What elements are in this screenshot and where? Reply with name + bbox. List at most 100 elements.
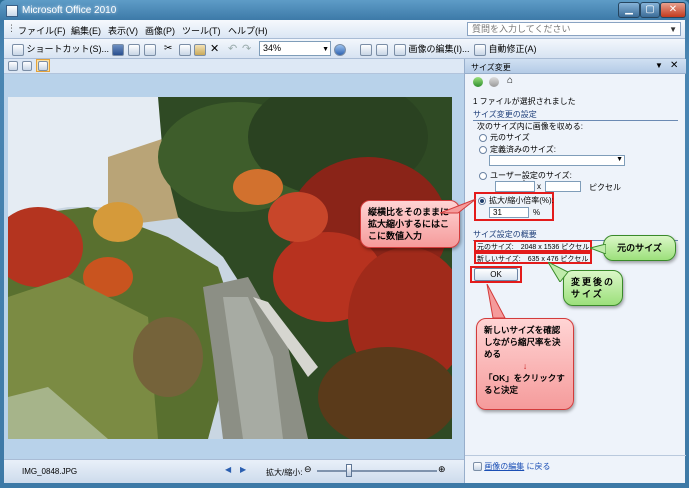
ok-button[interactable]: OK [474, 268, 518, 281]
menu-bar: ⋮ ファイル(F) 編集(E) 表示(V) 画像(P) ツール(T) ヘルプ(H… [4, 20, 685, 39]
radio-original-label: 元のサイズ [490, 133, 530, 142]
radio-original-size[interactable]: 元のサイズ [479, 132, 530, 143]
radio-percent[interactable]: 拡大/縮小倍率(%): [478, 195, 554, 206]
rotate-right-button[interactable] [376, 42, 388, 56]
pane-divider [465, 455, 686, 456]
edit-picture-icon [394, 43, 406, 56]
shortcut-icon [12, 43, 24, 56]
auto-correct-button[interactable]: 自動修正(A) [474, 42, 537, 56]
zoom-out-icon: ⊖ [304, 464, 312, 474]
maximize-button[interactable]: ▢ [640, 2, 660, 18]
callout-original-pointer [590, 244, 606, 254]
zoom-label: 拡大/縮小: [266, 468, 303, 477]
back-to-edit-link[interactable]: 画像の編集 に戻る [473, 461, 550, 472]
auto-correct-label: 自動修正(A) [488, 44, 537, 54]
percent-unit: % [533, 208, 541, 217]
rotate-left-button[interactable] [360, 42, 372, 56]
thumbnail-view-button[interactable] [8, 60, 18, 71]
chevron-down-icon[interactable]: ▼ [322, 43, 329, 56]
filmstrip-icon [22, 60, 32, 71]
print-icon [128, 43, 140, 56]
scissors-icon: ✂ [164, 43, 173, 54]
menu-view[interactable]: 表示(V) [108, 24, 138, 37]
status-filename: IMG_0848.JPG [22, 467, 78, 476]
minimize-button[interactable]: ▁ [618, 2, 640, 18]
custom-unit-label: ピクセル [589, 183, 621, 192]
thumbnail-icon [8, 60, 18, 71]
down-arrow-icon: ↓ [522, 361, 528, 371]
delete-button[interactable]: ✕ [210, 42, 219, 56]
zoom-in-button[interactable]: ⊕ [438, 464, 446, 475]
menu-edit[interactable]: 編集(E) [71, 24, 101, 37]
grip-icon: ⋮ [7, 23, 16, 33]
resize-instruction: 次のサイズ内に画像を収める: [477, 122, 583, 131]
close-button[interactable]: ✕ [660, 2, 686, 18]
zoom-select[interactable]: 34% ▼ [259, 41, 331, 56]
percent-value: 31 [493, 208, 502, 217]
files-selected-text: 1 ファイルが選択されました [473, 97, 576, 106]
delete-icon: ✕ [210, 43, 220, 55]
chevron-down-icon[interactable]: ▼ [669, 24, 677, 36]
save-button[interactable] [112, 42, 124, 56]
radio-predefined-size[interactable]: 定義済みのサイズ: [479, 144, 556, 155]
paste-icon [194, 43, 206, 56]
callout-new-size: 変更後のサイズ [563, 270, 623, 306]
edit-picture-button[interactable]: 画像の編集(I)... [394, 42, 470, 56]
undo-button[interactable]: ↶ [228, 42, 237, 56]
photo-landscape [8, 97, 452, 439]
help-search-placeholder: 質問を入力してください [472, 24, 571, 34]
back-to-edit-link-text[interactable]: 画像の編集 [484, 462, 524, 471]
status-bar: IMG_0848.JPG ◀ ▶ 拡大/縮小: ⊖ ⊕ [4, 459, 464, 483]
zoom-slider-thumb[interactable] [346, 464, 352, 477]
print-button[interactable] [128, 42, 140, 56]
window-title: Microsoft Office 2010 [22, 5, 117, 16]
single-view-button[interactable] [36, 59, 50, 72]
zoom-in-icon: ⊕ [438, 464, 446, 474]
shortcut-button[interactable]: ショートカット(S)... [12, 42, 109, 56]
zoom-out-button[interactable]: ⊖ [304, 464, 312, 475]
photo-image [8, 97, 452, 439]
task-pane-title: サイズ変更 [471, 63, 511, 72]
next-image-button[interactable]: ▶ [240, 465, 246, 474]
predefined-size-select[interactable]: ▼ [489, 155, 625, 166]
paste-button[interactable] [194, 42, 206, 56]
auto-correct-icon [474, 43, 486, 56]
cut-button[interactable]: ✂ [164, 42, 172, 56]
redo-button[interactable]: ↷ [242, 42, 251, 56]
title-bar: Microsoft Office 2010 ▁ ▢ ✕ [0, 0, 689, 22]
copy-button[interactable] [179, 42, 191, 56]
app-icon [6, 5, 18, 17]
custom-width-input[interactable] [495, 181, 535, 192]
original-size-text: 元のサイズ: 2048 x 1536 ピクセル [477, 244, 590, 251]
menu-tools[interactable]: ツール(T) [182, 24, 221, 37]
pane-close-button[interactable]: ✕ [670, 60, 678, 71]
filmstrip-view-button[interactable] [22, 60, 32, 71]
help-button[interactable] [334, 42, 346, 56]
menu-file[interactable]: ファイル(F) [18, 24, 66, 37]
edit-picture-icon [473, 462, 482, 472]
custom-x-label: x [537, 182, 541, 191]
back-button[interactable] [473, 77, 483, 87]
view-toolbar [4, 59, 464, 74]
instruction-line-1: 新しいサイズを確認しながら縮尺率を決める [484, 325, 561, 359]
instruction-line-2: 「OK」をクリックすると決定 [484, 373, 565, 395]
home-button[interactable]: ⌂ [507, 75, 513, 86]
forward-button[interactable] [489, 77, 499, 87]
triangle-right-icon: ▶ [240, 465, 247, 474]
single-view-icon [38, 60, 48, 71]
zoom-slider[interactable] [317, 470, 437, 472]
help-search-input[interactable]: 質問を入力してください ▼ [467, 22, 681, 36]
rotate-right-icon [376, 43, 388, 56]
prev-image-button[interactable]: ◀ [225, 465, 231, 474]
menu-help[interactable]: ヘルプ(H) [228, 24, 268, 37]
radio-icon [479, 133, 487, 142]
rotate-left-icon [360, 43, 372, 56]
menu-picture[interactable]: 画像(P) [145, 24, 175, 37]
pane-options-button[interactable]: ▼ [655, 61, 663, 70]
mail-button[interactable] [144, 42, 156, 56]
custom-height-input[interactable] [545, 181, 581, 192]
radio-icon [479, 171, 487, 180]
edit-picture-label: 画像の編集(I)... [408, 44, 470, 54]
percent-input[interactable]: 31 [489, 207, 529, 218]
callout-instructions: 新しいサイズを確認しながら縮尺率を決める ↓ 「OK」をクリックすると決定 [476, 318, 574, 410]
